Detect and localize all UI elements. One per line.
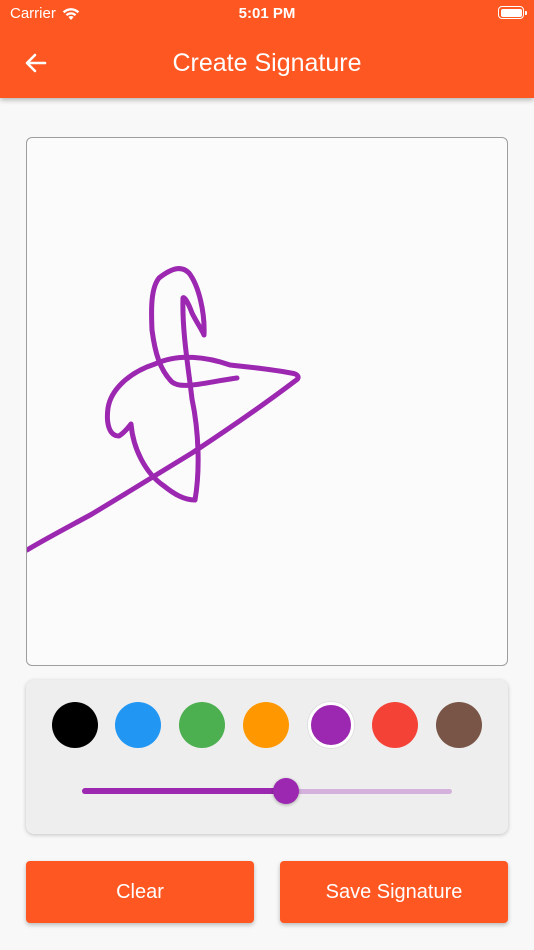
color-swatch-green[interactable] — [179, 702, 225, 748]
stroke-width-slider[interactable] — [82, 776, 452, 806]
color-swatch-brown[interactable] — [436, 702, 482, 748]
pen-settings-panel — [26, 680, 508, 834]
status-time: 5:01 PM — [238, 5, 296, 22]
color-swatch-purple[interactable] — [308, 702, 354, 748]
clear-button[interactable]: Clear — [26, 861, 254, 923]
signature-stroke — [27, 266, 301, 553]
page-title: Create Signature — [172, 49, 362, 77]
color-swatch-red[interactable] — [372, 702, 418, 748]
color-swatch-blue[interactable] — [115, 702, 161, 748]
signature-canvas[interactable] — [26, 137, 508, 666]
slider-thumb[interactable] — [272, 778, 299, 804]
status-bar: Carrier 5:01 PM — [0, 0, 534, 28]
color-swatch-orange[interactable] — [243, 702, 289, 748]
battery-icon — [498, 6, 527, 19]
save-signature-button[interactable]: Save Signature — [280, 861, 508, 923]
color-swatch-black[interactable] — [52, 702, 98, 748]
slider-fill — [82, 788, 286, 794]
app-bar: Carrier 5:01 PM Create Signature — [0, 0, 534, 98]
